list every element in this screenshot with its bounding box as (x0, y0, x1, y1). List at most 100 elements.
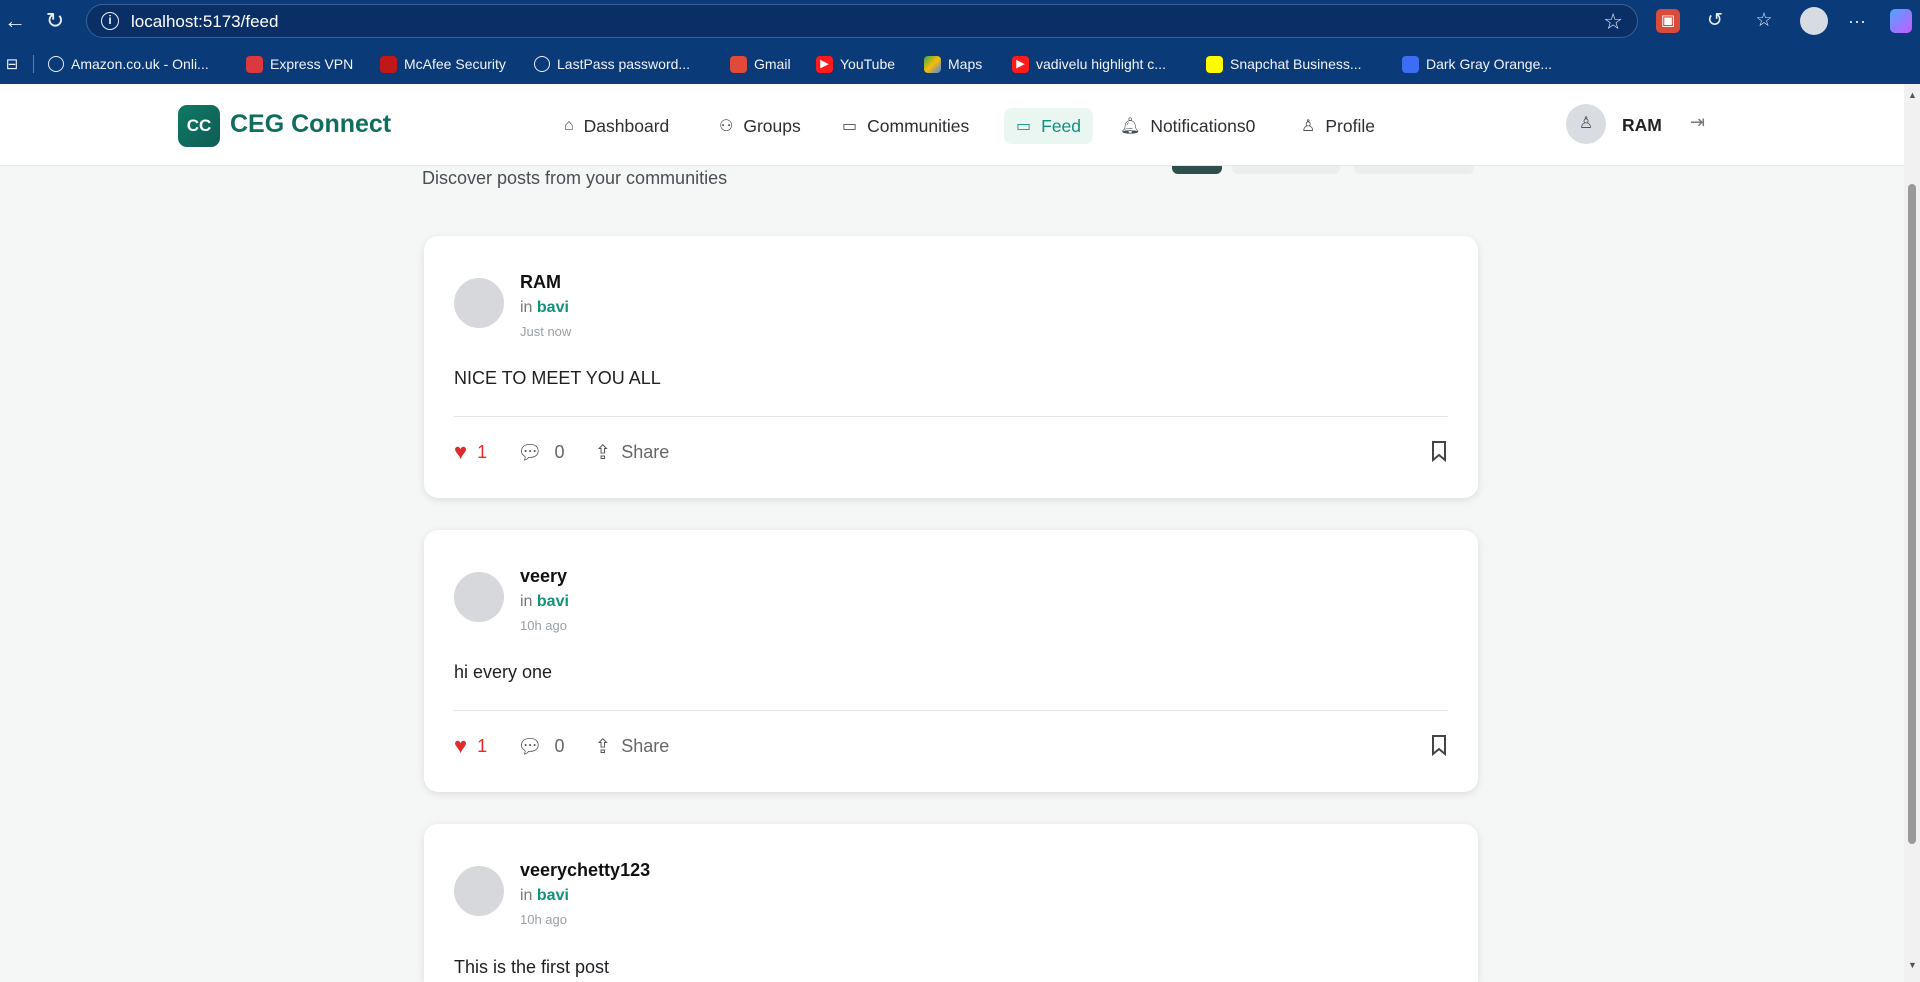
post-content: This is the first post (454, 957, 610, 977)
like-count: 1 (477, 441, 488, 462)
post-card: veery in bavi 10h ago hi every one ♥ 1 💬… (424, 530, 1478, 792)
divider (454, 710, 1448, 711)
nav-feed[interactable]: ▭ Feed (1004, 108, 1094, 144)
youtube-icon: ▶ (816, 55, 833, 73)
url-text: localhost:5173/feed (131, 12, 279, 31)
avatar[interactable] (454, 866, 504, 916)
post-community-line: in bavi (520, 299, 569, 316)
avatar[interactable] (454, 572, 504, 622)
comment-count: 0 (554, 441, 565, 462)
divider (454, 416, 1448, 417)
feed-subtitle: Discover posts from your communities (422, 168, 728, 188)
share-button[interactable]: Share (621, 442, 669, 463)
app-name[interactable]: CEG Connect (230, 110, 391, 139)
share-button[interactable]: Share (621, 736, 669, 757)
nav-profile[interactable]: ♙ Profile (1301, 108, 1375, 144)
logo-icon[interactable]: CC (178, 105, 220, 147)
bookmark-maps[interactable]: Maps (924, 53, 982, 75)
bookmark-expressvpn[interactable]: Express VPN (246, 53, 353, 75)
partially-hidden-button[interactable] (1232, 166, 1340, 174)
extension-icon[interactable]: ▣ (1656, 9, 1680, 33)
post-time: Just now (520, 324, 572, 339)
browser-profile-avatar[interactable] (1800, 7, 1828, 35)
bookmark-icon[interactable] (1430, 734, 1448, 756)
post-card: veerychetty123 in bavi 10h ago This is t… (424, 824, 1478, 982)
message-square-icon: ▭ (1016, 118, 1032, 135)
avatar[interactable] (454, 278, 504, 328)
message-square-icon: ▭ (842, 118, 858, 135)
heart-icon[interactable]: ♥ (454, 439, 467, 465)
bookmarks-bar: Amazon.co.uk - Onli... Express VPN McAfe… (0, 47, 1920, 81)
bookmark-youtube[interactable]: ▶ YouTube (816, 53, 895, 75)
site-info-icon[interactable]: i (101, 12, 119, 30)
more-menu-icon[interactable]: ··· (1845, 9, 1869, 33)
post-author[interactable]: veerychetty123 (520, 860, 650, 881)
bookmark-icon[interactable] (1430, 440, 1448, 462)
nav-notifications[interactable]: 🔔︎ Notifications0 (1120, 108, 1255, 144)
nav-dashboard[interactable]: ⌂ Dashboard (564, 108, 669, 144)
share-icon[interactable]: ⇪ (594, 734, 611, 759)
scroll-down-arrow-icon[interactable]: ▼ (1908, 960, 1917, 970)
scroll-up-arrow-icon[interactable]: ▲ (1908, 90, 1917, 100)
community-link[interactable]: bavi (537, 593, 569, 610)
bookmark-snapchat[interactable]: Snapchat Business... (1206, 53, 1362, 75)
reload-icon[interactable]: ↻ (42, 8, 68, 34)
mcafee-icon (380, 55, 397, 73)
post-actions: ♥ 1 💬︎ 0 ⇪ Share (454, 731, 669, 761)
heart-icon[interactable]: ♥ (454, 733, 467, 759)
back-icon[interactable]: ← (2, 8, 28, 34)
bell-icon: 🔔︎ (1120, 118, 1141, 135)
youtube-icon: ▶ (1012, 55, 1029, 73)
page-scrollbar[interactable]: ▲ ▼ (1904, 84, 1920, 982)
comment-count: 0 (554, 735, 565, 756)
post-community-line: in bavi (520, 887, 569, 904)
bookmark-gmail[interactable]: Gmail (730, 53, 791, 75)
nav-communities[interactable]: ▭ Communities (842, 108, 969, 144)
address-bar[interactable]: i localhost:5173/feed ☆ (86, 4, 1638, 38)
post-time: 10h ago (520, 912, 567, 927)
partially-hidden-button[interactable] (1172, 166, 1222, 174)
post-content: hi every one (454, 662, 553, 682)
nav-groups[interactable]: ⚇ Groups (719, 108, 801, 144)
like-count: 1 (477, 735, 488, 756)
users-icon: ⚇ (719, 118, 734, 135)
bookmark-amazon[interactable]: Amazon.co.uk - Onli... (48, 53, 209, 75)
post-card: RAM in bavi Just now NICE TO MEET YOU AL… (424, 236, 1478, 498)
expressvpn-icon (246, 55, 263, 73)
browser-toolbar: ← ↻ i localhost:5173/feed ☆ ▣ ↺ ☆ ··· (0, 0, 1920, 43)
user-avatar[interactable]: ♙ (1566, 104, 1606, 144)
refresh-extension-icon[interactable]: ↺ (1703, 9, 1727, 33)
app-header: CC CEG Connect ⌂ Dashboard ⚇ Groups ▭ Commu… (0, 84, 1904, 166)
post-community-line: in bavi (520, 593, 569, 610)
browser-chrome: ← ↻ i localhost:5173/feed ☆ ▣ ↺ ☆ ··· ⊟ … (0, 0, 1920, 84)
doc-icon (1402, 55, 1419, 73)
copilot-icon[interactable] (1890, 9, 1912, 33)
bookmark-mcafee[interactable]: McAfee Security (380, 53, 506, 75)
globe-icon (48, 56, 64, 72)
gmail-icon (730, 55, 747, 73)
post-author[interactable]: veery (520, 566, 567, 587)
globe-icon (534, 56, 550, 72)
maps-icon (924, 55, 941, 73)
post-content: NICE TO MEET YOU ALL (454, 368, 661, 388)
post-time: 10h ago (520, 618, 567, 633)
bookmark-vadivelu[interactable]: ▶ vadivelu highlight c... (1012, 53, 1166, 75)
favorites-icon[interactable]: ☆ (1752, 9, 1776, 33)
user-icon: ♙ (1301, 118, 1316, 135)
comment-icon[interactable]: 💬︎ (517, 440, 542, 465)
home-icon: ⌂ (564, 117, 574, 134)
favorite-star-icon[interactable]: ☆ (1603, 9, 1623, 35)
scroll-thumb[interactable] (1908, 184, 1916, 844)
comment-icon[interactable]: 💬︎ (517, 734, 542, 759)
user-name: RAM (1622, 115, 1662, 135)
post-actions: ♥ 1 💬︎ 0 ⇪ Share (454, 437, 669, 467)
bookmark-lastpass[interactable]: LastPass password... (534, 53, 690, 75)
partially-hidden-button[interactable] (1354, 166, 1474, 174)
community-link[interactable]: bavi (537, 299, 569, 316)
community-link[interactable]: bavi (537, 887, 569, 904)
logout-icon[interactable]: ⇥ (1690, 112, 1705, 133)
share-icon[interactable]: ⇪ (594, 440, 611, 465)
bookmark-dark-gray-orange[interactable]: Dark Gray Orange... (1402, 53, 1552, 75)
snapchat-icon (1206, 55, 1223, 73)
post-author[interactable]: RAM (520, 272, 561, 293)
